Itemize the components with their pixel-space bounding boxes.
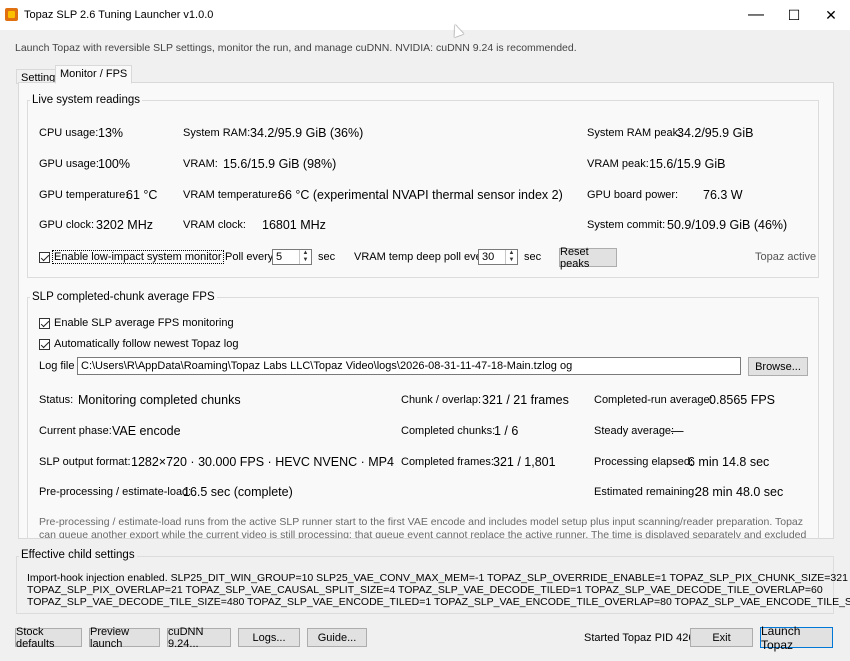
- reset-peaks-button[interactable]: Reset peaks: [559, 246, 617, 270]
- commit-label: System commit:: [587, 219, 666, 231]
- completed-chunks-value: 1 / 6: [494, 424, 519, 438]
- log-file-input[interactable]: C:\Users\R\AppData\Roaming\Topaz Labs LL…: [77, 357, 741, 375]
- run-average-label: Completed-run average:: [594, 394, 713, 406]
- gpu-label: GPU usage:: [39, 158, 99, 170]
- completed-frames-label: Completed frames:: [401, 456, 494, 468]
- deep-poll-value: 30: [482, 251, 495, 263]
- remaining-value: 28 min 48.0 sec: [695, 485, 784, 499]
- run-average-value: 0.8565 FPS: [709, 393, 776, 407]
- completed-frames-value: 321 / 1,801: [493, 455, 556, 469]
- board-power-label: GPU board power:: [587, 189, 679, 201]
- phase-value: VAE encode: [112, 424, 181, 438]
- preview-launch-button[interactable]: Preview launch: [89, 626, 160, 650]
- follow-log-label[interactable]: Automatically follow newest Topaz log: [54, 338, 238, 350]
- window-title: Topaz SLP 2.6 Tuning Launcher v1.0.0: [24, 9, 214, 21]
- output-format-label: SLP output format:: [39, 456, 131, 468]
- ram-label: System RAM:: [183, 127, 251, 139]
- vram-value: 15.6/15.9 GiB (98%): [223, 157, 337, 171]
- child-settings-title: Effective child settings: [19, 549, 137, 561]
- exit-button[interactable]: Exit: [690, 628, 753, 647]
- chunk-overlap-label: Chunk / overlap:: [401, 394, 482, 406]
- child-settings-line-3: TOPAZ_SLP_VAE_DECODE_TILE_SIZE=480 TOPAZ…: [27, 596, 850, 608]
- ram-peak-label: System RAM peak:: [587, 127, 682, 139]
- close-button[interactable]: ✕: [812, 0, 850, 30]
- gpu-temp-value: 61 °C: [126, 188, 158, 202]
- title-bar: Topaz SLP 2.6 Tuning Launcher v1.0.0 — ☐…: [0, 0, 850, 30]
- fps-enable-label[interactable]: Enable SLP average FPS monitoring: [54, 317, 234, 329]
- steady-average-value: —: [671, 424, 684, 438]
- poll-label: Poll every: [225, 251, 274, 263]
- browse-button[interactable]: Browse...: [748, 357, 808, 376]
- stepper-arrows-icon[interactable]: ▲ ▼: [299, 250, 311, 264]
- app-icon: [5, 8, 18, 21]
- ram-value: 34.2/95.9 GiB (36%): [250, 126, 364, 140]
- status-value: Monitoring completed chunks: [78, 393, 241, 407]
- fps-group: [27, 297, 819, 539]
- vram-temp-value: 66 °C (experimental NVAPI thermal sensor…: [278, 188, 563, 202]
- preprocessing-value: 16.5 sec (complete): [183, 485, 293, 499]
- fps-enable-checkbox[interactable]: [39, 318, 50, 329]
- guide-button[interactable]: Guide...: [307, 628, 367, 647]
- fps-group-title: SLP completed-chunk average FPS: [30, 291, 217, 303]
- system-readings-title: Live system readings: [30, 94, 143, 106]
- board-power-value: 76.3 W: [703, 188, 743, 202]
- status-label: Status:: [39, 394, 74, 406]
- vram-peak-value: 15.6/15.9 GiB: [649, 157, 726, 171]
- maximize-button[interactable]: ☐: [775, 0, 813, 30]
- ram-peak-value: 34.2/95.9 GiB: [677, 126, 754, 140]
- output-format-value: 1282×720 · 30.000 FPS · HEVC NVENC · MP4: [131, 455, 394, 469]
- deep-poll-unit: sec: [524, 251, 542, 263]
- gpu-value: 100%: [98, 157, 130, 171]
- log-file-label: Log file: [39, 360, 75, 372]
- launch-topaz-button[interactable]: Launch Topaz: [760, 624, 833, 652]
- cpu-value: 13%: [98, 126, 124, 140]
- elapsed-label: Processing elapsed:: [594, 456, 694, 468]
- vram-clock-label: VRAM clock:: [183, 219, 246, 231]
- phase-label: Current phase:: [39, 425, 112, 437]
- vram-label: VRAM:: [183, 158, 218, 170]
- topaz-status-text: Topaz active: [755, 251, 817, 263]
- poll-unit: sec: [318, 251, 336, 263]
- launch-status-text: Started Topaz PID 4268: [584, 632, 701, 644]
- cudnn-button[interactable]: cuDNN 9.24...: [167, 626, 231, 650]
- gpu-clock-label: GPU clock:: [39, 219, 95, 231]
- monitor-checkbox[interactable]: [39, 252, 50, 263]
- poll-value: 5: [276, 251, 283, 263]
- minimize-button[interactable]: —: [737, 0, 775, 30]
- vram-peak-label: VRAM peak:: [587, 158, 649, 170]
- poll-stepper[interactable]: 5 ▲ ▼: [272, 249, 312, 265]
- child-settings-line-2: TOPAZ_SLP_PIX_OVERLAP=21 TOPAZ_SLP_VAE_C…: [27, 584, 823, 596]
- steady-average-label: Steady average:: [594, 425, 675, 437]
- gpu-clock-value: 3202 MHz: [96, 218, 153, 232]
- preprocessing-label: Pre-processing / estimate-load:: [39, 486, 192, 498]
- header-subtitle: Launch Topaz with reversible SLP setting…: [15, 42, 577, 54]
- fps-description: Pre-processing / estimate-load runs from…: [39, 516, 807, 538]
- completed-chunks-label: Completed chunks:: [401, 425, 496, 437]
- tab-monitor-fps[interactable]: Monitor / FPS: [55, 65, 133, 84]
- follow-log-checkbox[interactable]: [39, 339, 50, 350]
- logs-button[interactable]: Logs...: [238, 628, 300, 647]
- deep-poll-stepper[interactable]: 30 ▲ ▼: [478, 249, 518, 265]
- gpu-temp-label: GPU temperature:: [39, 189, 129, 201]
- deep-poll-label: VRAM temp deep poll every: [354, 251, 491, 263]
- remaining-label: Estimated remaining:: [594, 486, 698, 498]
- cpu-label: CPU usage:: [39, 127, 99, 139]
- commit-value: 50.9/109.9 GiB (46%): [667, 218, 788, 232]
- monitor-checkbox-label[interactable]: Enable low-impact system monitor: [52, 250, 224, 264]
- elapsed-value: 6 min 14.8 sec: [688, 455, 770, 469]
- stepper-arrows-icon[interactable]: ▲ ▼: [505, 250, 517, 264]
- stock-defaults-button[interactable]: Stock defaults: [15, 626, 82, 650]
- chunk-overlap-value: 321 / 21 frames: [482, 393, 569, 407]
- vram-temp-label: VRAM temperature:: [183, 189, 281, 201]
- vram-clock-value: 16801 MHz: [262, 218, 326, 232]
- child-settings-line-1: Import-hook injection enabled. SLP25_DIT…: [27, 572, 848, 584]
